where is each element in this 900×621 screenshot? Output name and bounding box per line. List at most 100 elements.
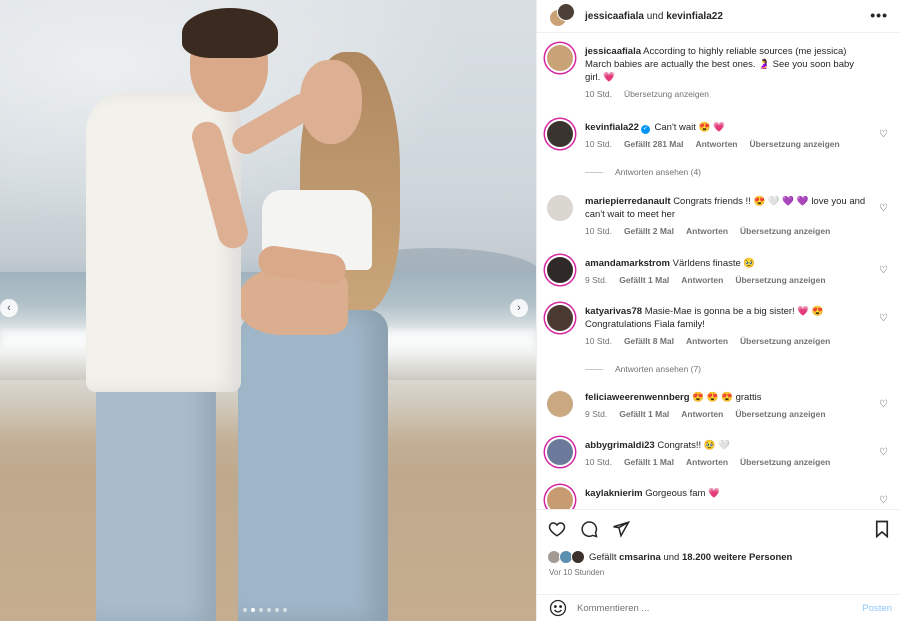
heart-icon[interactable]: ♡ [879, 313, 888, 324]
comment-input[interactable] [577, 602, 837, 614]
comment-text: Can't wait 😍 💗 [654, 122, 725, 133]
comment-username[interactable]: feliciaweerenwennberg [585, 392, 690, 403]
chevron-right-icon[interactable]: › [510, 299, 528, 317]
comment-username[interactable]: mariepierredanault [585, 196, 671, 207]
post-caption: jessicaafiala According to highly reliab… [547, 45, 892, 101]
comment-time[interactable]: 10 Std. [585, 225, 612, 238]
heart-icon[interactable]: ♡ [879, 399, 888, 410]
carousel-dot [275, 608, 279, 612]
heart-icon[interactable] [547, 519, 567, 539]
comment-likes[interactable]: Gefällt 8 Mal [624, 335, 674, 348]
view-replies-button[interactable]: Antworten ansehen (4) [585, 167, 701, 177]
chevron-left-icon[interactable]: ‹ [0, 299, 18, 317]
translate-link[interactable]: Übersetzung anzeigen [740, 456, 830, 469]
comment-time[interactable]: 9 Std. [585, 408, 607, 421]
heart-icon[interactable]: ♡ [879, 129, 888, 140]
translate-link[interactable]: Übersetzung anzeigen [740, 225, 830, 238]
likes-summary: Gefällt cmsarina und 18.200 weitere Pers… [547, 550, 792, 564]
comment-username[interactable]: katyarivas78 [585, 306, 642, 317]
man-hair [182, 8, 278, 58]
avatar[interactable] [547, 391, 573, 417]
likes-others-link[interactable]: 18.200 weitere Personen [682, 552, 792, 563]
send-icon[interactable] [611, 519, 631, 539]
carousel-dot [259, 608, 263, 612]
comment-likes[interactable]: Gefällt 1 Mal [619, 274, 669, 287]
comment-item: katyarivas78 Masie-Mae is gonna be a big… [547, 305, 892, 348]
authors-separator: und [646, 10, 664, 22]
avatar[interactable] [547, 305, 573, 331]
action-icons [547, 519, 631, 539]
translate-link[interactable]: Übersetzung anzeigen [735, 274, 825, 287]
translate-link[interactable]: Übersetzung anzeigen [735, 408, 825, 421]
likes-prefix: Gefällt [589, 551, 617, 563]
woman-jeans [238, 310, 388, 621]
more-horizontal-icon[interactable]: ••• [870, 7, 888, 23]
view-replies-button[interactable]: Antworten ansehen (7) [585, 364, 701, 374]
carousel-dot [267, 608, 271, 612]
liker-avatars[interactable] [547, 550, 587, 564]
comment-item: abbygrimaldi23 Congrats!! 🥹 🤍 10 Std. Ge… [547, 439, 892, 469]
comment-likes[interactable]: Gefällt 1 Mal [619, 408, 669, 421]
author-link[interactable]: jessicaafiala [585, 11, 644, 22]
comment-username[interactable]: abbygrimaldi23 [585, 440, 655, 451]
reply-button[interactable]: Antworten [686, 335, 728, 348]
replies-divider [585, 368, 603, 370]
heart-icon[interactable]: ♡ [879, 495, 888, 506]
likes-und: und [663, 551, 680, 563]
comment-icon[interactable] [579, 519, 599, 539]
liker-link[interactable]: cmsarina [619, 552, 661, 563]
avatar[interactable] [547, 195, 573, 221]
comment-time[interactable]: 10 Std. [585, 88, 612, 101]
comment-username[interactable]: amandamarkstrom [585, 258, 670, 269]
avatar[interactable] [547, 121, 573, 147]
bookmark-icon[interactable] [872, 519, 892, 539]
reply-button[interactable]: Antworten [681, 274, 723, 287]
post-side-panel: jessicaafiala und kevinfiala22 ••• jessi… [536, 0, 900, 621]
comment-item: kevinfiala22 ✓ Can't wait 😍 💗 10 Std. Gef… [547, 121, 892, 151]
comment-likes[interactable]: Gefällt 1 Mal [624, 456, 674, 469]
avatar[interactable] [547, 487, 573, 509]
heart-icon[interactable]: ♡ [879, 265, 888, 276]
carousel-dot [251, 608, 255, 612]
carousel-dots [243, 608, 287, 612]
replies-divider [585, 171, 603, 173]
comment-username[interactable]: jessicaafiala [585, 46, 641, 57]
reply-button[interactable]: Antworten [695, 138, 737, 151]
comment-time[interactable]: 10 Std. [585, 138, 612, 151]
comment-time[interactable]: 10 Std. [585, 456, 612, 469]
reply-button[interactable]: Antworten [686, 225, 728, 238]
comments-list[interactable]: jessicaafiala According to highly reliab… [537, 33, 900, 509]
carousel-dot [283, 608, 287, 612]
author-link[interactable]: kevinfiala22 [666, 11, 723, 22]
post-time[interactable]: Vor 10 Stunden [549, 568, 604, 577]
comment-item: mariepierredanault Congrats friends !! 😍… [547, 195, 892, 238]
avatar [557, 3, 575, 21]
avatar[interactable] [547, 45, 573, 71]
carousel-dot [243, 608, 247, 612]
comment-item: feliciaweerenwennberg 😍 😍 😍 grattis 9 St… [547, 391, 892, 421]
comment-likes[interactable]: Gefällt 2 Mal [624, 225, 674, 238]
heart-icon[interactable]: ♡ [879, 447, 888, 458]
translate-link[interactable]: Übersetzung anzeigen [750, 138, 840, 151]
comment-username[interactable]: kevinfiala22 [585, 122, 639, 133]
comment-time[interactable]: 10 Std. [585, 335, 612, 348]
comment-username[interactable]: kaylaknierim [585, 488, 643, 499]
post-photo[interactable]: ‹ › [0, 0, 536, 621]
view-replies-label: Antworten ansehen (4) [615, 167, 701, 177]
emoji-icon[interactable] [549, 599, 567, 617]
reply-button[interactable]: Antworten [686, 456, 728, 469]
post-actions: Gefällt cmsarina und 18.200 weitere Pers… [537, 509, 900, 597]
translate-link[interactable]: Übersetzung anzeigen [624, 88, 709, 101]
post-button[interactable]: Posten [862, 603, 892, 614]
comment-likes[interactable]: Gefällt 281 Mal [624, 138, 684, 151]
avatar [571, 550, 585, 564]
comment-text: 😍 😍 😍 grattis [692, 392, 762, 403]
comment-time[interactable]: 9 Std. [585, 274, 607, 287]
reply-button[interactable]: Antworten [681, 408, 723, 421]
translate-link[interactable]: Übersetzung anzeigen [740, 335, 830, 348]
heart-icon[interactable]: ♡ [879, 203, 888, 214]
avatar[interactable] [547, 439, 573, 465]
avatar[interactable] [547, 257, 573, 283]
comment-item: kaylaknierim Gorgeous fam 💗 ♡ [547, 487, 892, 509]
author-avatars[interactable] [549, 3, 575, 29]
